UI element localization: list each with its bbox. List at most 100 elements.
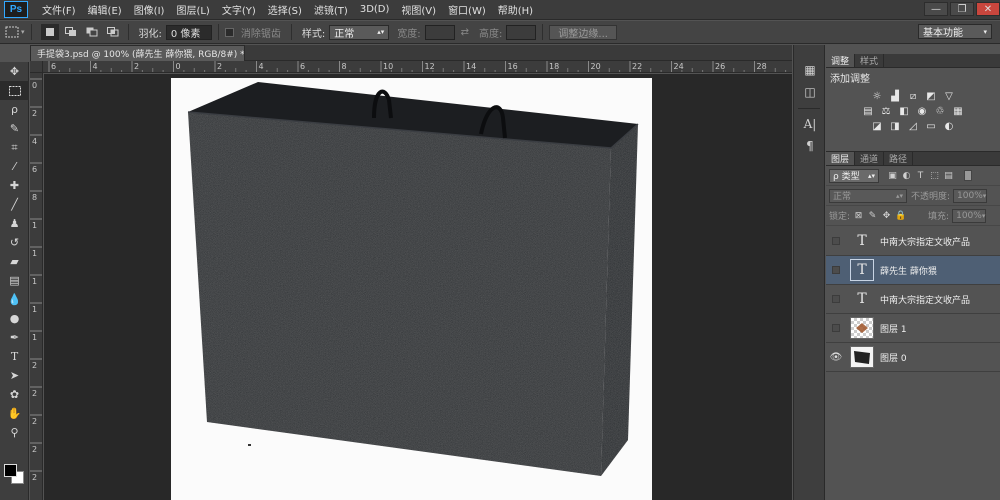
- menu-filter[interactable]: 滤镜(T): [308, 2, 354, 17]
- maximize-button[interactable]: ❐: [950, 2, 974, 16]
- zoom-tool-icon[interactable]: ⚲: [0, 423, 29, 442]
- history-brush-tool-icon[interactable]: ↺: [0, 233, 29, 252]
- hand-tool-icon[interactable]: ✋: [0, 404, 29, 423]
- layer-row[interactable]: T 薛先生 薛你猥: [826, 256, 1000, 285]
- antialias-checkbox[interactable]: [224, 27, 234, 37]
- blur-tool-icon[interactable]: 💧: [0, 290, 29, 309]
- tab-paths[interactable]: 路径: [884, 152, 914, 165]
- dodge-tool-icon[interactable]: ●: [0, 309, 29, 328]
- style-select[interactable]: 正常 ▴▾: [329, 24, 390, 40]
- gradient-tool-icon[interactable]: ▤: [0, 271, 29, 290]
- blend-mode-select[interactable]: 正常 ▴▾: [829, 188, 907, 203]
- lasso-tool-icon[interactable]: ρ: [0, 100, 29, 119]
- menu-3d[interactable]: 3D(D): [354, 4, 396, 15]
- filter-smart-icon[interactable]: ▤: [943, 170, 954, 181]
- invert-icon[interactable]: ◪: [870, 120, 884, 132]
- ruler-origin[interactable]: [30, 61, 43, 73]
- brush-tool-icon[interactable]: ╱: [0, 195, 29, 214]
- marquee-tool-icon[interactable]: [0, 81, 29, 100]
- fill-input[interactable]: 100% ▾: [952, 208, 987, 223]
- shape-tool-icon[interactable]: ✿: [0, 385, 29, 404]
- menu-edit[interactable]: 编辑(E): [82, 2, 128, 17]
- layer-row[interactable]: T 中南大宗指定文收产品: [826, 227, 1000, 256]
- minimize-button[interactable]: —: [924, 2, 948, 16]
- move-tool-icon[interactable]: ✥: [0, 62, 29, 81]
- horizontal-ruler[interactable]: 6 4 2 0 2 4 6 8 10 12 14 16 18 20 22 24 26 28: [43, 61, 792, 73]
- opacity-input[interactable]: 100% ▾: [953, 188, 988, 203]
- menu-window[interactable]: 窗口(W): [442, 2, 492, 17]
- lock-position-icon[interactable]: ✥: [881, 210, 892, 221]
- layer-row[interactable]: 图层 1: [826, 314, 1000, 343]
- channel-mixer-icon[interactable]: ♲: [933, 105, 947, 117]
- filter-type-icon[interactable]: T: [915, 170, 926, 181]
- menu-type[interactable]: 文字(Y): [216, 2, 262, 17]
- character-panel-icon[interactable]: A|: [794, 113, 826, 135]
- filter-toggle[interactable]: [964, 170, 972, 181]
- color-swatches[interactable]: [4, 464, 26, 486]
- healing-brush-tool-icon[interactable]: ✚: [0, 176, 29, 195]
- tab-channels[interactable]: 通道: [855, 152, 885, 165]
- photo-filter-icon[interactable]: ◉: [915, 105, 929, 117]
- chevron-down-icon[interactable]: ▾: [21, 28, 25, 36]
- filter-kind-select[interactable]: ρ 类型 ▴▾: [829, 168, 879, 183]
- lock-transparency-icon[interactable]: ⊠: [853, 210, 864, 221]
- swap-dimensions-icon[interactable]: ⇄: [461, 27, 469, 38]
- gradient-map-icon[interactable]: ▭: [924, 120, 938, 132]
- path-selection-tool-icon[interactable]: ➤: [0, 366, 29, 385]
- foreground-color[interactable]: [4, 464, 17, 477]
- document-canvas[interactable]: [171, 78, 652, 500]
- marquee-preset-icon[interactable]: [3, 24, 21, 40]
- exposure-icon[interactable]: ◩: [924, 90, 938, 102]
- history-panel-icon[interactable]: ▦: [794, 59, 826, 81]
- height-input[interactable]: [506, 24, 537, 40]
- visibility-toggle[interactable]: [826, 227, 846, 256]
- close-button[interactable]: ✕: [976, 2, 1000, 16]
- brightness-icon[interactable]: ☼: [870, 90, 884, 102]
- menu-view[interactable]: 视图(V): [395, 2, 442, 17]
- menu-layer[interactable]: 图层(L): [170, 2, 215, 17]
- menu-select[interactable]: 选择(S): [262, 2, 308, 17]
- width-input[interactable]: [424, 24, 455, 40]
- visibility-toggle[interactable]: [826, 285, 846, 314]
- new-selection-icon[interactable]: [40, 24, 59, 40]
- tab-layers[interactable]: 图层: [826, 152, 856, 165]
- refine-edge-button[interactable]: 调整边缘...: [549, 24, 617, 40]
- lock-all-icon[interactable]: 🔒: [895, 210, 906, 221]
- tab-styles[interactable]: 样式: [855, 54, 885, 67]
- layer-row[interactable]: 👁 图层 0: [826, 343, 1000, 372]
- filter-shape-icon[interactable]: ⬚: [929, 170, 940, 181]
- threshold-icon[interactable]: ◿: [906, 120, 920, 132]
- menu-image[interactable]: 图像(I): [128, 2, 171, 17]
- levels-icon[interactable]: ▟: [888, 90, 902, 102]
- vibrance-icon[interactable]: ▽: [942, 90, 956, 102]
- color-lookup-icon[interactable]: ▦: [951, 105, 965, 117]
- intersect-selection-icon[interactable]: [104, 24, 122, 40]
- workspace-select[interactable]: 基本功能 ▾: [918, 24, 992, 39]
- color-balance-icon[interactable]: ⚖: [879, 105, 893, 117]
- feather-input[interactable]: 0 像素: [165, 24, 212, 40]
- posterize-icon[interactable]: ◨: [888, 120, 902, 132]
- filter-pixel-icon[interactable]: ▣: [887, 170, 898, 181]
- curves-icon[interactable]: ⧄: [906, 90, 920, 102]
- subtract-selection-icon[interactable]: [83, 24, 101, 40]
- eyedropper-tool-icon[interactable]: ⁄: [0, 157, 29, 176]
- hue-saturation-icon[interactable]: ▤: [861, 105, 875, 117]
- tab-adjustments[interactable]: 调整: [826, 54, 856, 67]
- add-selection-icon[interactable]: [62, 24, 80, 40]
- selective-color-icon[interactable]: ◐: [942, 120, 956, 132]
- menu-help[interactable]: 帮助(H): [492, 2, 539, 17]
- visibility-toggle[interactable]: [826, 256, 846, 285]
- filter-adjustment-icon[interactable]: ◐: [901, 170, 912, 181]
- clone-stamp-tool-icon[interactable]: ♟: [0, 214, 29, 233]
- pen-tool-icon[interactable]: ✒: [0, 328, 29, 347]
- quick-selection-tool-icon[interactable]: ✎: [0, 119, 29, 138]
- black-white-icon[interactable]: ◧: [897, 105, 911, 117]
- visibility-toggle[interactable]: [826, 314, 846, 343]
- layer-row[interactable]: T 中南大宗指定文收产品: [826, 285, 1000, 314]
- properties-panel-icon[interactable]: ◫: [794, 81, 826, 103]
- lock-pixels-icon[interactable]: ✎: [867, 210, 878, 221]
- visibility-toggle[interactable]: 👁: [826, 343, 846, 372]
- canvas-area[interactable]: [44, 74, 792, 500]
- eraser-tool-icon[interactable]: ▰: [0, 252, 29, 271]
- crop-tool-icon[interactable]: ⌗: [0, 138, 29, 157]
